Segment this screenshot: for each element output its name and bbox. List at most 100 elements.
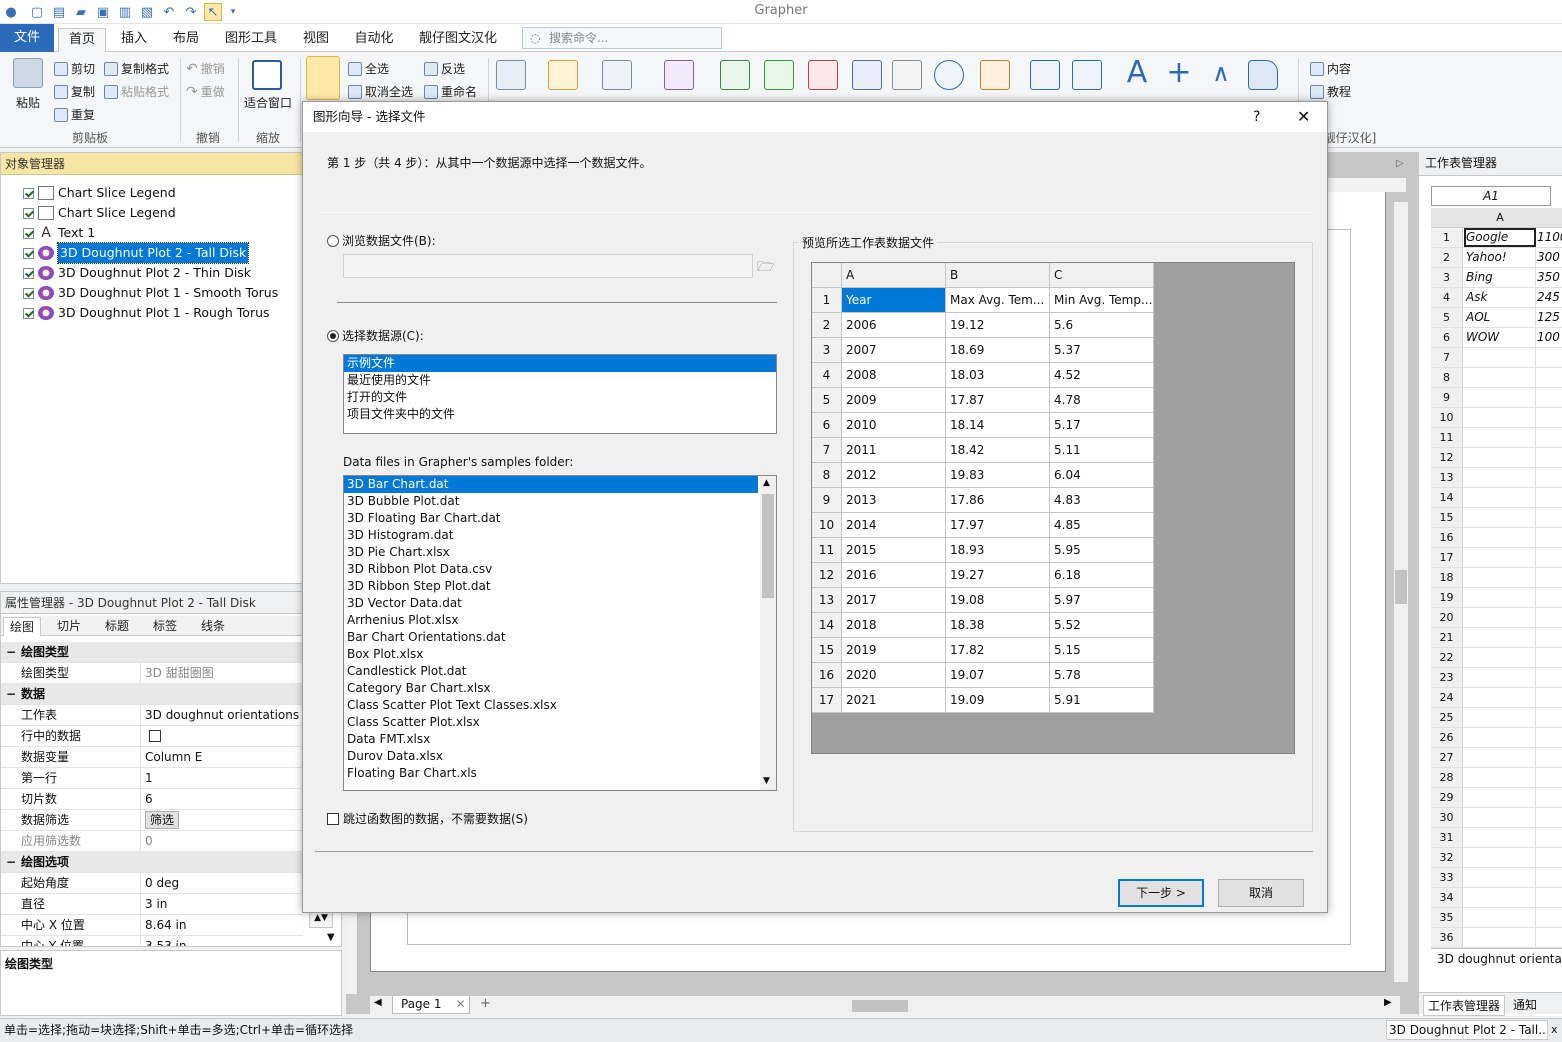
cell-b[interactable]: 300 <box>1537 248 1562 267</box>
cell-a[interactable] <box>1464 428 1536 447</box>
fit-window-button[interactable]: 适合窗口 <box>244 94 292 111</box>
cell-a[interactable]: AOL <box>1464 308 1536 327</box>
property-value[interactable]: 0 deg <box>143 873 303 893</box>
visibility-checkbox[interactable] <box>23 227 34 239</box>
files-scrollbar[interactable]: ▲ ▼ <box>760 476 776 790</box>
duplicate-button[interactable]: 重复 <box>54 106 95 123</box>
worksheet-row[interactable]: 11 <box>1431 428 1562 448</box>
sample-file-item[interactable]: Box Plot.xlsx <box>344 646 758 663</box>
row-number[interactable]: 33 <box>1431 868 1463 887</box>
sample-files-list[interactable]: 3D Bar Chart.dat 3D Bubble Plot.dat 3D Flo… <box>343 475 777 791</box>
cell-a[interactable] <box>1464 468 1536 487</box>
worksheet-row[interactable]: 15 <box>1431 508 1562 528</box>
skip-data-checkbox-box[interactable] <box>327 812 339 825</box>
line-scatter-icon[interactable] <box>664 60 694 90</box>
tab-plot[interactable]: 绘图 <box>3 617 41 636</box>
worksheet-row[interactable]: 36 <box>1431 928 1562 948</box>
page-tab[interactable]: Page 1 ✕ <box>392 996 470 1014</box>
row-number[interactable]: 36 <box>1431 928 1463 947</box>
cell-b[interactable]: 100 <box>1537 328 1562 347</box>
next-button[interactable]: 下一步 > <box>1118 879 1204 907</box>
row-number[interactable]: 14 <box>1431 488 1463 507</box>
invert-selection-button[interactable]: 反选 <box>424 60 465 77</box>
row-number[interactable]: 17 <box>1431 548 1463 567</box>
tab-home[interactable]: 首页 <box>58 28 106 53</box>
row-number[interactable]: 6 <box>1431 328 1463 347</box>
property-value[interactable]: 3 in <box>143 894 303 914</box>
visibility-checkbox[interactable] <box>23 287 34 299</box>
add-page-icon[interactable]: + <box>480 996 491 1011</box>
worksheet-row[interactable]: 7 <box>1431 348 1562 368</box>
cell-a[interactable] <box>1464 388 1536 407</box>
row-number[interactable]: 1 <box>1431 228 1463 247</box>
tab-slices[interactable]: 切片 <box>49 617 89 636</box>
class-scatter-icon[interactable] <box>720 60 750 90</box>
cell-a[interactable]: Yahoo! <box>1464 248 1536 267</box>
tab-localization[interactable]: 靓仔图文汉化 <box>410 28 506 52</box>
open-folder-icon[interactable]: 🗁 <box>757 256 774 280</box>
cell-a[interactable] <box>1464 448 1536 467</box>
cell-a[interactable] <box>1464 888 1536 907</box>
tab-labels[interactable]: 标签 <box>145 617 185 636</box>
paste-format-button[interactable]: 粘贴格式 <box>104 83 169 100</box>
cell-a[interactable] <box>1464 748 1536 767</box>
worksheet-row[interactable]: 3 Bing 350 <box>1431 268 1562 288</box>
row-number[interactable]: 16 <box>1431 528 1463 547</box>
ternary-icon[interactable] <box>892 60 922 90</box>
sample-file-item[interactable]: Floating Bar Chart.xls <box>344 765 758 782</box>
property-value[interactable]: Column E <box>143 747 303 767</box>
row-number[interactable]: 35 <box>1431 908 1463 927</box>
property-value[interactable]: 1 <box>143 768 303 788</box>
worksheet-row[interactable]: 19 <box>1431 588 1562 608</box>
worksheet-row[interactable]: 6 WOW 100 <box>1431 328 1562 348</box>
cell-a[interactable]: WOW <box>1464 328 1536 347</box>
specialty-icon[interactable] <box>1072 60 1102 90</box>
cell-a[interactable] <box>1464 588 1536 607</box>
row-number[interactable]: 31 <box>1431 828 1463 847</box>
sample-file-item[interactable]: Arrhenius Plot.xlsx <box>344 612 758 629</box>
worksheet-row[interactable]: 4 Ask 245 <box>1431 288 1562 308</box>
browse-radio-icon[interactable] <box>327 235 339 247</box>
cell-a[interactable] <box>1464 528 1536 547</box>
worksheet-row[interactable]: 26 <box>1431 728 1562 748</box>
cell-a[interactable] <box>1464 868 1536 887</box>
tree-item[interactable]: 3D Doughnut Plot 1 - Rough Torus <box>11 303 270 323</box>
close-tab-icon[interactable]: ✕ <box>456 997 466 1011</box>
cell-a[interactable]: Bing <box>1464 268 1536 287</box>
worksheet-row[interactable]: 33 <box>1431 868 1562 888</box>
row-number[interactable]: 2 <box>1431 248 1463 267</box>
sample-file-item[interactable]: Data FMT.xlsx <box>344 731 758 748</box>
visibility-checkbox[interactable] <box>23 307 34 319</box>
worksheet-row[interactable]: 10 <box>1431 408 1562 428</box>
files-scroll-thumb[interactable] <box>762 494 774 598</box>
cell-a[interactable] <box>1464 908 1536 927</box>
row-number[interactable]: 29 <box>1431 788 1463 807</box>
cell-a[interactable] <box>1464 728 1536 747</box>
row-number[interactable]: 12 <box>1431 448 1463 467</box>
select-all-button[interactable]: 全选 <box>348 60 389 77</box>
row-number[interactable]: 28 <box>1431 768 1463 787</box>
vertical-scrollbar[interactable] <box>1394 202 1408 982</box>
worksheet-row[interactable]: 22 <box>1431 648 1562 668</box>
property-section[interactable]: − 数据 <box>1 684 303 705</box>
worksheet-row[interactable]: 9 <box>1431 388 1562 408</box>
tab-line[interactable]: 线条 <box>193 617 233 636</box>
row-number[interactable]: 18 <box>1431 568 1463 587</box>
row-number[interactable]: 15 <box>1431 508 1463 527</box>
tree-item[interactable]: A Text 1 <box>11 223 95 243</box>
row-number[interactable]: 21 <box>1431 628 1463 647</box>
cell-a[interactable] <box>1464 368 1536 387</box>
cell-a[interactable] <box>1464 608 1536 627</box>
spinner-icon[interactable]: ▲▼ <box>309 912 333 928</box>
worksheet-row[interactable]: 23 <box>1431 668 1562 688</box>
property-section[interactable]: − 绘图选项 <box>1 852 303 873</box>
close-icon[interactable]: ✕ <box>1297 102 1310 132</box>
row-number[interactable]: 3 <box>1431 268 1463 287</box>
tab-layout[interactable]: 布局 <box>162 28 210 52</box>
row-number[interactable]: 23 <box>1431 668 1463 687</box>
sheet-tab[interactable]: 3D doughnut orientat <box>1431 948 1562 968</box>
sample-file-item[interactable]: 3D Histogram.dat <box>344 527 758 544</box>
column-a-header[interactable]: A <box>1464 208 1536 228</box>
cell-a[interactable] <box>1464 488 1536 507</box>
row-number[interactable]: 26 <box>1431 728 1463 747</box>
